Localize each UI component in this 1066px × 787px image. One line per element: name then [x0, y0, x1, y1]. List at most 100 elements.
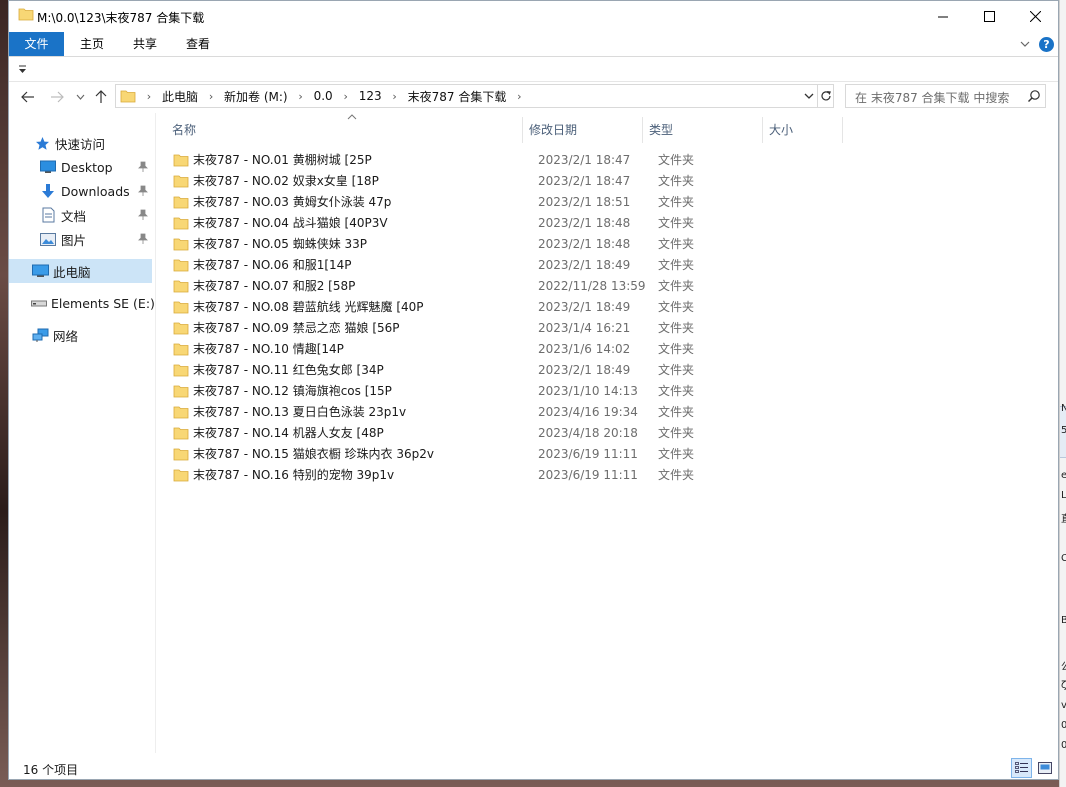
chevron-right-icon[interactable]: › — [200, 90, 222, 103]
background-text-fragment: N — [1061, 403, 1066, 414]
nav-item-this-pc[interactable]: 此电脑 — [9, 259, 152, 283]
drive-icon — [31, 295, 47, 311]
nav-item-quick-access[interactable]: 快速访问 — [9, 131, 152, 155]
tab-share[interactable]: 共享 — [119, 32, 171, 56]
column-header-date[interactable]: 修改日期 — [523, 117, 643, 143]
chevron-right-icon[interactable]: › — [384, 90, 406, 103]
pin-icon[interactable] — [137, 209, 149, 221]
folder-icon — [173, 196, 189, 208]
refresh-button[interactable] — [817, 85, 834, 107]
column-header-type[interactable]: 类型 — [643, 117, 763, 143]
file-row[interactable]: 末夜787 - NO.15 猫娘衣橱 珍珠内衣 36p2v 2023/6/19 1… — [173, 443, 1033, 464]
nav-item-pictures[interactable]: 图片 — [9, 227, 152, 251]
file-date: 2022/11/28 13:59 — [538, 278, 646, 293]
folder-icon — [173, 175, 189, 187]
chevron-down-icon — [76, 94, 84, 100]
pin-icon[interactable] — [137, 233, 149, 245]
breadcrumb-current-folder[interactable]: 末夜787 合集下载 — [406, 88, 509, 105]
pin-icon[interactable] — [137, 185, 149, 197]
file-row[interactable]: 末夜787 - NO.14 机器人女友 [48P 2023/4/18 20:18 文… — [173, 422, 1033, 443]
file-row[interactable]: 末夜787 - NO.09 禁忌之恋 猫娘 [56P 2023/1/4 16:21… — [173, 317, 1033, 338]
folder-icon — [173, 406, 189, 418]
nav-item-label: Elements SE (E:) — [51, 295, 155, 311]
file-type: 文件夹 — [658, 405, 695, 419]
nav-item-downloads[interactable]: Downloads — [9, 179, 152, 203]
title-bar[interactable]: M:\0.0\123\末夜787 合集下载 — [9, 1, 1058, 31]
pin-icon[interactable] — [137, 161, 149, 173]
chevron-right-icon[interactable]: › — [508, 90, 530, 103]
nav-item-drive-e[interactable]: Elements SE (E:) — [9, 291, 155, 315]
file-row[interactable]: 末夜787 - NO.03 黄姆女仆泳装 47p 2023/2/1 18:51 文件… — [173, 191, 1033, 212]
forward-button[interactable] — [48, 87, 66, 107]
breadcrumb: › 此电脑 › 新加卷 (M:) › 0.0 › 123 › 末夜787 合集下… — [138, 85, 530, 107]
file-row[interactable]: 末夜787 - NO.02 奴隶x女皇 [18P 2023/2/1 18:47 文件… — [173, 170, 1033, 191]
tab-view[interactable]: 查看 — [172, 32, 224, 56]
ribbon-expand-icon[interactable] — [1019, 38, 1031, 50]
file-row[interactable]: 末夜787 - NO.08 碧蓝航线 光辉魅魔 [40P 2023/2/1 18:… — [173, 296, 1033, 317]
background-text-fragment: L — [1061, 490, 1066, 501]
large-icons-view-button[interactable] — [1034, 758, 1055, 778]
back-button[interactable] — [19, 87, 37, 107]
folder-icon — [173, 322, 189, 334]
file-name: 末夜787 - NO.11 红色兔女郎 [34P — [193, 363, 384, 377]
file-row[interactable]: 末夜787 - NO.01 黄棚树城 [25P 2023/2/1 18:47 文件夹 — [173, 149, 1033, 170]
file-row[interactable]: 末夜787 - NO.13 夏日白色泳装 23p1v 2023/4/16 19:3… — [173, 401, 1033, 422]
file-date: 2023/2/1 18:48 — [538, 215, 631, 230]
address-dropdown-icon[interactable] — [802, 89, 816, 103]
details-view-button[interactable] — [1011, 758, 1032, 778]
computer-icon — [31, 263, 49, 279]
nav-item-desktop[interactable]: Desktop — [9, 155, 152, 179]
minimize-button[interactable] — [920, 1, 966, 31]
file-date: 2023/2/1 18:49 — [538, 362, 631, 377]
file-row[interactable]: 末夜787 - NO.06 和服1[14P 2023/2/1 18:49 文件夹 — [173, 254, 1033, 275]
file-name: 末夜787 - NO.12 镇海旗袍cos [15P — [193, 384, 392, 398]
ribbon-tabs: 文件 主页 共享 查看 ? — [9, 32, 1058, 57]
breadcrumb-folder-0-0[interactable]: 0.0 — [312, 89, 335, 103]
file-row[interactable]: 末夜787 - NO.16 特别的宠物 39p1v 2023/6/19 11:11… — [173, 464, 1033, 485]
address-bar[interactable]: › 此电脑 › 新加卷 (M:) › 0.0 › 123 › 末夜787 合集下… — [115, 84, 834, 108]
tab-file[interactable]: 文件 — [9, 32, 64, 56]
file-row[interactable]: 末夜787 - NO.11 红色兔女郎 [34P 2023/2/1 18:49 文件… — [173, 359, 1033, 380]
file-row[interactable]: 末夜787 - NO.07 和服2 [58P 2022/11/28 13:59 文件… — [173, 275, 1033, 296]
nav-item-label: Downloads — [61, 183, 130, 199]
file-name: 末夜787 - NO.04 战斗猫娘 [40P3V — [193, 216, 388, 230]
large-icons-view-icon — [1037, 762, 1052, 774]
up-button[interactable] — [92, 87, 110, 107]
breadcrumb-drive-m[interactable]: 新加卷 (M:) — [222, 88, 290, 105]
file-row[interactable]: 末夜787 - NO.12 镇海旗袍cos [15P 2023/1/10 14:1… — [173, 380, 1033, 401]
nav-item-network[interactable]: 网络 — [9, 323, 152, 347]
chevron-right-icon[interactable]: › — [290, 90, 312, 103]
folder-icon — [18, 8, 34, 21]
arrow-left-icon — [21, 91, 34, 103]
help-button[interactable]: ? — [1039, 37, 1054, 52]
close-button[interactable] — [1012, 1, 1058, 31]
file-name: 末夜787 - NO.14 机器人女友 [48P — [193, 426, 384, 440]
recent-locations-button[interactable] — [71, 87, 89, 107]
background-text-fragment: e — [1061, 470, 1066, 481]
search-input[interactable]: 在 末夜787 合集下载 中搜索 — [845, 84, 1046, 108]
desktop-icon — [39, 159, 57, 175]
folder-icon — [173, 259, 189, 271]
breadcrumb-folder-123[interactable]: 123 — [357, 89, 384, 103]
maximize-button[interactable] — [966, 1, 1012, 31]
column-header-size[interactable]: 大小 — [763, 117, 843, 143]
file-row[interactable]: 末夜787 - NO.05 蜘蛛侠妹 33P 2023/2/1 18:48 文件夹 — [173, 233, 1033, 254]
file-type: 文件夹 — [658, 174, 695, 188]
tab-home[interactable]: 主页 — [66, 32, 118, 56]
file-name: 末夜787 - NO.13 夏日白色泳装 23p1v — [193, 405, 407, 419]
file-type: 文件夹 — [658, 153, 695, 167]
customize-toolbar-icon[interactable] — [18, 65, 27, 74]
chevron-right-icon[interactable]: › — [138, 90, 160, 103]
nav-item-documents[interactable]: 文档 — [9, 203, 152, 227]
document-icon — [39, 207, 57, 223]
refresh-icon — [821, 91, 831, 101]
file-type: 文件夹 — [658, 468, 695, 482]
file-name: 末夜787 - NO.01 黄棚树城 [25P — [193, 153, 372, 167]
chevron-right-icon[interactable]: › — [335, 90, 357, 103]
search-icon — [1028, 90, 1040, 102]
background-text-fragment: 直 — [1061, 510, 1066, 525]
column-header-name[interactable]: 名称 — [166, 117, 523, 143]
file-row[interactable]: 末夜787 - NO.10 情趣[14P 2023/1/6 14:02 文件夹 — [173, 338, 1033, 359]
file-row[interactable]: 末夜787 - NO.04 战斗猫娘 [40P3V 2023/2/1 18:48 文… — [173, 212, 1033, 233]
breadcrumb-this-pc[interactable]: 此电脑 — [160, 88, 200, 105]
